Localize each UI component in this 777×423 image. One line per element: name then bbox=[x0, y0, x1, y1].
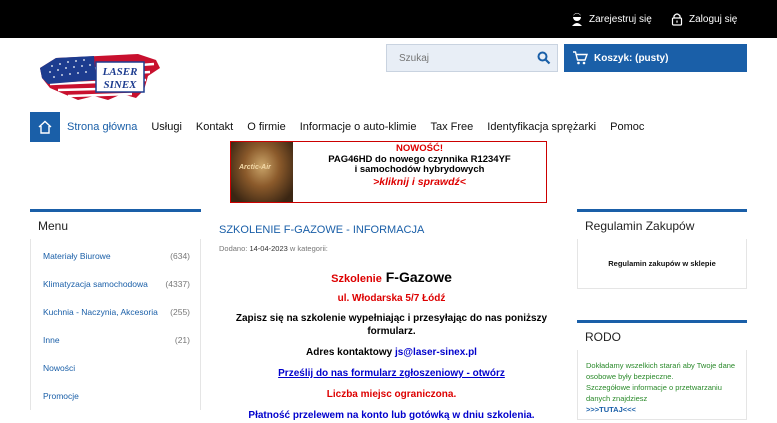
search-bar bbox=[386, 44, 558, 72]
heading-red: Szkolenie bbox=[331, 273, 382, 285]
cart-button[interactable]: Koszyk: (pusty) bbox=[564, 44, 747, 72]
rodo-text1: Dokładamy wszelkich starań aby Twoje dan… bbox=[586, 361, 736, 381]
nav-item-compressor-id[interactable]: Identyfikacja sprężarki bbox=[480, 121, 603, 133]
menu-item-label: Klimatyzacja samochodowa bbox=[43, 279, 148, 289]
menu-item-count: (255) bbox=[170, 307, 190, 317]
rodo-link[interactable]: >>>TUTAJ<<< bbox=[586, 404, 738, 415]
nav-item-services[interactable]: Usługi bbox=[144, 121, 189, 133]
menu-item-count: (21) bbox=[174, 335, 190, 345]
nav-item-tax-free[interactable]: Tax Free bbox=[424, 121, 481, 133]
contact-line: Adres kontaktowy js@laser-sinex.pl bbox=[219, 346, 564, 359]
article: SZKOLENIE F-GAZOWE - INFORMACJA Dodano: … bbox=[219, 224, 564, 422]
search-input[interactable] bbox=[387, 45, 527, 71]
contact-label: Adres kontaktowy bbox=[306, 347, 393, 358]
banner-cta[interactable]: >kliknij i sprawdź< bbox=[293, 176, 546, 188]
contact-email[interactable]: js@laser-sinex.pl bbox=[395, 347, 477, 358]
main-navigation: Strona główna Usługi Kontakt O firmie In… bbox=[30, 112, 651, 142]
terms-title: Regulamin Zakupów bbox=[577, 209, 747, 239]
category-menu: Menu Materiały Biurowe (634) Klimatyzacj… bbox=[30, 209, 201, 410]
lock-icon bbox=[671, 13, 683, 26]
menu-item-label: Materiały Biurowe bbox=[43, 251, 111, 261]
logo-line1: LASER bbox=[102, 66, 138, 78]
user-icon bbox=[572, 13, 582, 26]
nav-item-auto-ac-info[interactable]: Informacje o auto-klimie bbox=[293, 121, 424, 133]
menu-item-label: Kuchnia - Naczynia, Akcesoria bbox=[43, 307, 158, 317]
nav-item-home[interactable]: Strona główna bbox=[60, 121, 144, 133]
menu-item-label: Nowości bbox=[43, 363, 76, 373]
logo-line2: SINEX bbox=[103, 79, 137, 91]
menu-item-label: Promocje bbox=[43, 391, 79, 401]
article-meta: Dodano: 14-04-2023 w kategorii: bbox=[219, 244, 564, 253]
menu-item-count: (634) bbox=[170, 251, 190, 261]
site-logo[interactable]: LASER SINEX bbox=[38, 50, 162, 104]
rodo-title: RODO bbox=[577, 320, 747, 350]
article-title[interactable]: SZKOLENIE F-GAZOWE - INFORMACJA bbox=[219, 224, 564, 236]
cart-label: Koszyk: (pusty) bbox=[594, 52, 669, 64]
promo-banner[interactable]: Arctic-Air NOWOŚĆ! PAG46HD do nowego czy… bbox=[230, 141, 547, 203]
nav-item-help[interactable]: Pomoc bbox=[603, 121, 651, 133]
rodo-panel: RODO Dokładamy wszelkich starań aby Twoj… bbox=[577, 320, 747, 420]
banner-line3: i samochodów hybrydowych bbox=[354, 164, 485, 175]
can-label: Arctic-Air bbox=[239, 164, 271, 171]
article-date: 14-04-2023 bbox=[249, 244, 288, 253]
menu-item-office-supplies[interactable]: Materiały Biurowe (634) bbox=[31, 242, 200, 270]
signup-text: Zapisz się na szkolenie wypełniając i pr… bbox=[235, 313, 548, 337]
menu-item-other[interactable]: Inne (21) bbox=[31, 326, 200, 354]
article-heading: Szkolenie F-Gazowe bbox=[219, 269, 564, 287]
menu-title: Menu bbox=[30, 209, 201, 239]
home-icon bbox=[38, 120, 52, 134]
heading-black: F-Gazowe bbox=[385, 269, 452, 285]
login-link[interactable]: Zaloguj się bbox=[671, 12, 737, 26]
product-can-image: Arctic-Air bbox=[231, 142, 293, 202]
search-icon bbox=[537, 51, 551, 65]
login-label: Zaloguj się bbox=[689, 13, 738, 25]
form-link[interactable]: Prześlij do nas formularz zgłoszeniowy -… bbox=[278, 368, 505, 379]
register-label: Zarejestruj się bbox=[589, 13, 652, 25]
menu-item-kitchen[interactable]: Kuchnia - Naczynia, Akcesoria (255) bbox=[31, 298, 200, 326]
register-link[interactable]: Zarejestruj się bbox=[571, 12, 652, 26]
terms-link[interactable]: Regulamin zakupów w sklepie bbox=[577, 239, 747, 289]
article-body: Szkolenie F-Gazowe ul. Włodarska 5/7 Łód… bbox=[219, 269, 564, 422]
meta-prefix: Dodano: bbox=[219, 244, 248, 253]
menu-item-label: Inne bbox=[43, 335, 60, 345]
menu-item-car-ac[interactable]: Klimatyzacja samochodowa (4337) bbox=[31, 270, 200, 298]
menu-item-count: (4337) bbox=[165, 279, 190, 289]
training-address: ul. Włodarska 5/7 Łódź bbox=[337, 293, 446, 304]
banner-text: NOWOŚĆ! PAG46HD do nowego czynnika R1234… bbox=[293, 143, 546, 188]
limited-places: Liczba miejsc ograniczona. bbox=[326, 389, 457, 400]
nav-item-contact[interactable]: Kontakt bbox=[189, 121, 240, 133]
laser-sinex-logo: LASER SINEX bbox=[40, 54, 160, 100]
top-bar: Zarejestruj się Zaloguj się bbox=[0, 0, 777, 38]
banner-line1: NOWOŚĆ! bbox=[396, 143, 443, 154]
meta-suffix: w kategorii: bbox=[289, 244, 328, 253]
rodo-content: Dokładamy wszelkich starań aby Twoje dan… bbox=[577, 350, 747, 420]
cart-icon bbox=[573, 51, 588, 65]
rodo-text2: Szczegółowe informacje o przetwarzaniu d… bbox=[586, 383, 722, 403]
menu-item-promotions[interactable]: Promocje bbox=[31, 382, 200, 410]
payment-info: Płatność przelewem na konto lub gotówką … bbox=[248, 410, 535, 421]
menu-item-new[interactable]: Nowości bbox=[31, 354, 200, 382]
home-button[interactable] bbox=[30, 112, 60, 142]
nav-item-about[interactable]: O firmie bbox=[240, 121, 293, 133]
search-button[interactable] bbox=[537, 51, 551, 70]
terms-panel: Regulamin Zakupów Regulamin zakupów w sk… bbox=[577, 209, 747, 289]
